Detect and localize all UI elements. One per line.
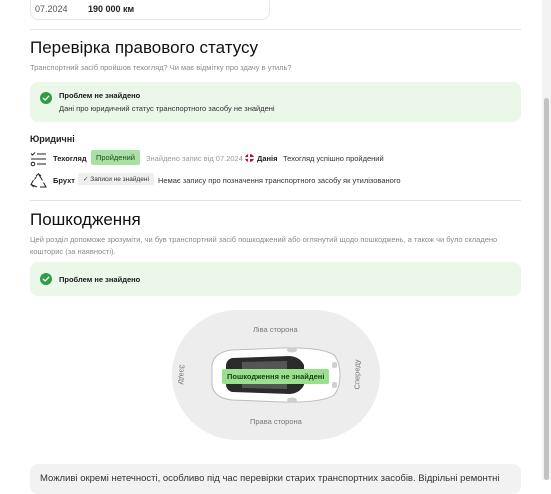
legal-group-heading: Юридичні <box>30 134 75 144</box>
inspection-found-text: Знайдено запис від 07.2024 <box>146 154 243 163</box>
rear-label: Ззаду <box>177 364 187 385</box>
scrap-row: Брухт ✓ Записи не знайдені Немає запису … <box>30 173 521 189</box>
checklist-icon <box>30 152 46 167</box>
legal-status-box: Проблем не знайдено Дані про юридичний с… <box>30 82 521 122</box>
scrap-result: Немає запису про позначення транспортног… <box>158 176 401 185</box>
front-label: Спереду <box>352 359 362 390</box>
damage-result-label: Пошкодження не знайдені <box>222 369 330 384</box>
legal-status-subtitle: Транспортний засіб пройшов техогляд? Чи … <box>30 63 292 72</box>
damage-subtitle-line-1: Цей розділ допоможе зрозуміти, чи був тр… <box>30 235 498 244</box>
check-circle-icon <box>40 92 52 104</box>
damage-subtitle: Цей розділ допоможе зрозуміти, чи був тр… <box>30 234 510 258</box>
scrap-status-badge: ✓ Записи не знайдені <box>78 173 154 185</box>
damage-status-heading: Проблем не знайдено <box>59 275 141 284</box>
vehicle-history-card: 07.2024 190 000 км <box>30 0 270 20</box>
scrap-label: Брухт <box>53 176 75 185</box>
inspection-result: Техогляд успішно пройдений <box>283 154 384 163</box>
inspection-row: Техогляд Пройдений Знайдено запис від 07… <box>30 150 521 167</box>
disclaimer-text: Можливі окремі нетечності, особливо під … <box>40 473 500 484</box>
scrollbar-thumb[interactable] <box>544 98 549 480</box>
denmark-flag-icon <box>245 154 254 162</box>
divider <box>30 29 521 30</box>
legal-status-title: Перевірка правового статусу <box>30 38 259 57</box>
damage-status-box: Проблем не знайдено <box>30 262 521 296</box>
scrap-status-text: Записи не знайдені <box>90 176 149 183</box>
right-side-label: Права сторона <box>250 417 302 426</box>
inspection-label: Техогляд <box>53 154 87 163</box>
legal-status-text: Дані про юридичний статус транспортного … <box>59 104 275 113</box>
history-date: 07.2024 <box>35 4 68 14</box>
scrollbar[interactable] <box>542 0 551 480</box>
recycle-icon <box>30 173 47 188</box>
inspection-country: Данія <box>257 154 278 163</box>
check-circle-icon <box>40 273 52 285</box>
divider <box>30 200 521 201</box>
damage-subtitle-line-2: кошторис (за наявності). <box>30 247 116 256</box>
left-side-label: Ліва сторона <box>253 325 298 334</box>
disclaimer-note: Можливі окремі нетечності, особливо під … <box>30 464 521 494</box>
history-mileage: 190 000 км <box>88 4 135 14</box>
legal-status-heading: Проблем не знайдено <box>59 91 141 100</box>
damage-title: Пошкодження <box>30 210 141 229</box>
inspection-status-badge: Пройдений <box>91 150 140 165</box>
